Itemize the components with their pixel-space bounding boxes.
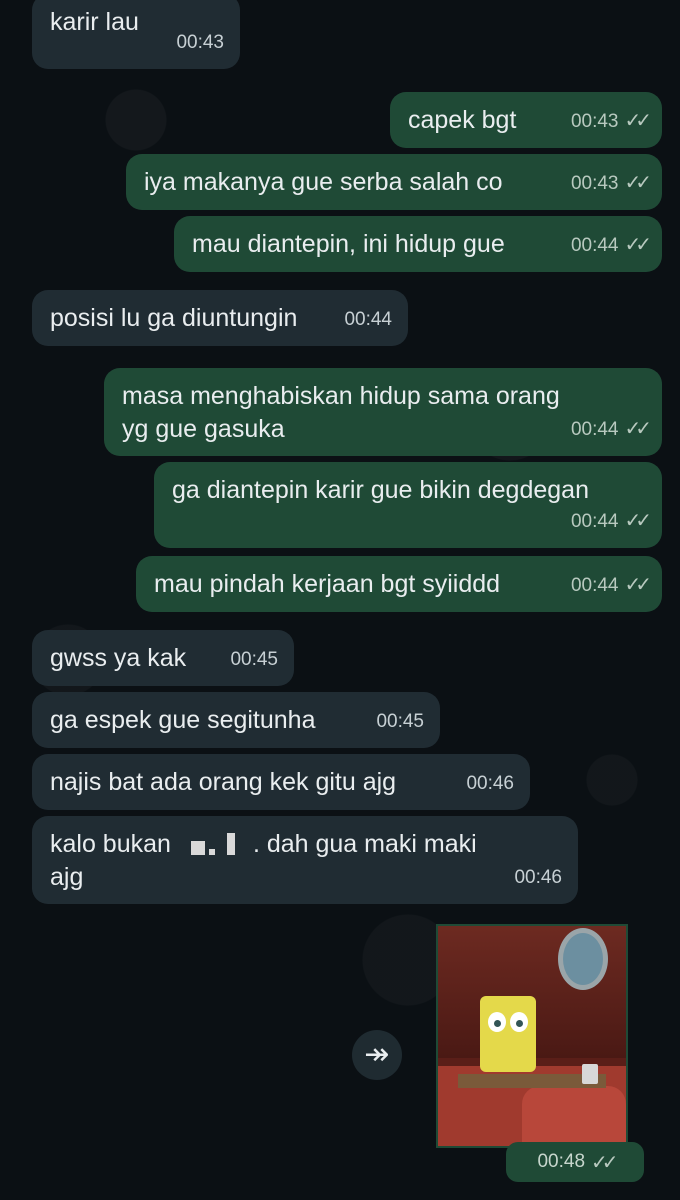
message-meta: 00:44 ✓✓ [570, 569, 652, 602]
message-outgoing[interactable]: iya makanya gue serba salah co 00:43 ✓✓ [126, 154, 662, 210]
double-check-icon: ✓✓ [624, 234, 651, 256]
forward-icon[interactable]: ↠ [352, 1030, 402, 1080]
redacted-name [171, 831, 253, 859]
message-meta: 00:44 [344, 303, 392, 336]
message-time: 00:43 [570, 173, 619, 194]
message-text: najis bat ada orang kek gitu ajg [50, 768, 397, 796]
message-incoming[interactable]: karir lau 00:43 [32, 0, 240, 69]
message-time: 00:46 [466, 773, 514, 794]
image-message[interactable] [436, 924, 628, 1148]
double-check-icon: ✓✓ [624, 418, 651, 440]
message-outgoing[interactable]: capek bgt 00:43 ✓✓ [390, 92, 662, 148]
message-time: 00:44 [570, 511, 619, 532]
double-check-icon: ✓✓ [624, 110, 651, 132]
double-check-icon: ✓✓ [591, 1151, 618, 1174]
spongebob-figure [480, 996, 536, 1072]
message-incoming[interactable]: kalo bukan . dah gua maki maki ajg 00:46 [32, 816, 578, 904]
message-outgoing[interactable]: masa menghabiskan hidup sama orang yg gu… [104, 368, 662, 456]
message-text-part: kalo bukan [50, 830, 171, 858]
message-text-part: . dah gua maki maki [252, 830, 477, 858]
message-time: 00:45 [376, 711, 424, 732]
media-message-meta: 00:48 ✓✓ [506, 1142, 644, 1182]
message-outgoing[interactable]: mau diantepin, ini hidup gue 00:44 ✓✓ [174, 216, 662, 272]
message-meta: 00:44 ✓✓ [570, 229, 652, 262]
message-outgoing[interactable]: ga diantepin karir gue bikin degdegan 00… [154, 462, 662, 548]
porthole-window [558, 928, 608, 990]
message-time: 00:43 [570, 111, 619, 132]
message-time: 00:46 [514, 867, 562, 888]
message-meta: 00:43 ✓✓ [570, 105, 652, 138]
message-time: 00:44 [570, 575, 619, 596]
chat-thread[interactable]: karir lau 00:43 capek bgt 00:43 ✓✓ iya m… [0, 0, 680, 1200]
message-meta: 00:45 [230, 643, 278, 676]
double-check-icon: ✓✓ [624, 510, 651, 532]
message-text: ga diantepin karir gue bikin degdegan [172, 476, 589, 504]
message-text: kalo bukan . dah gua maki maki ajg [50, 828, 560, 894]
message-text: posisi lu ga diuntungin [50, 304, 298, 332]
message-incoming[interactable]: posisi lu ga diuntungin 00:44 [32, 290, 408, 346]
message-text-part: ajg [50, 863, 84, 891]
double-check-icon: ✓✓ [624, 172, 651, 194]
message-meta: 00:44 ✓✓ [570, 505, 652, 538]
mug-icon [582, 1064, 598, 1084]
message-time: 00:43 [176, 32, 224, 53]
message-meta: 00:46 [466, 767, 514, 800]
message-text: ga espek gue segitunha [50, 706, 316, 734]
double-check-icon: ✓✓ [624, 574, 651, 596]
message-meta: 00:45 [376, 705, 424, 738]
message-time: 00:48 [537, 1151, 586, 1172]
message-meta: 00:43 [176, 26, 224, 59]
message-text: iya makanya gue serba salah co [144, 168, 503, 196]
message-meta: 00:43 ✓✓ [570, 167, 652, 200]
message-time: 00:45 [230, 649, 278, 670]
message-text: masa menghabiskan hidup sama orang yg gu… [122, 382, 560, 443]
message-incoming[interactable]: najis bat ada orang kek gitu ajg 00:46 [32, 754, 530, 810]
message-time: 00:44 [344, 309, 392, 330]
message-time: 00:44 [570, 235, 619, 256]
message-meta: 00:46 [514, 861, 562, 894]
message-incoming[interactable]: gwss ya kak 00:45 [32, 630, 294, 686]
message-incoming[interactable]: ga espek gue segitunha 00:45 [32, 692, 440, 748]
message-time: 00:44 [570, 419, 619, 440]
message-meta: 00:44 ✓✓ [570, 413, 652, 446]
message-outgoing[interactable]: mau pindah kerjaan bgt syiiddd 00:44 ✓✓ [136, 556, 662, 612]
